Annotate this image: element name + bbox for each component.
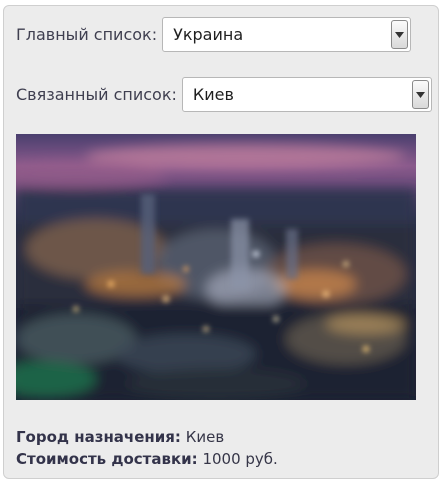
main-list-select[interactable]: Украина: [162, 17, 412, 52]
chevron-down-icon[interactable]: [391, 20, 409, 49]
delivery-cost: Стоимость доставки: 1000 руб.: [16, 450, 278, 468]
city-photo: [16, 134, 416, 400]
linked-list-row: Связанный список: Киев: [16, 77, 432, 112]
delivery-cost-label: Стоимость доставки:: [16, 450, 198, 468]
main-list-value: Украина: [173, 25, 244, 44]
linked-list-value: Киев: [192, 85, 234, 104]
linked-list-select[interactable]: Киев: [181, 77, 432, 112]
form-panel: Главный список: Украина Связанный список…: [3, 5, 439, 479]
destination-city: Город назначения: Киев: [16, 428, 224, 446]
main-list-label: Главный список:: [16, 25, 158, 44]
delivery-cost-value: 1000 руб.: [202, 450, 278, 468]
main-list-row: Главный список: Украина: [16, 17, 412, 52]
destination-city-label: Город назначения:: [16, 428, 181, 446]
destination-city-value: Киев: [185, 428, 225, 446]
linked-list-label: Связанный список:: [16, 85, 177, 104]
chevron-down-icon[interactable]: [411, 80, 429, 109]
